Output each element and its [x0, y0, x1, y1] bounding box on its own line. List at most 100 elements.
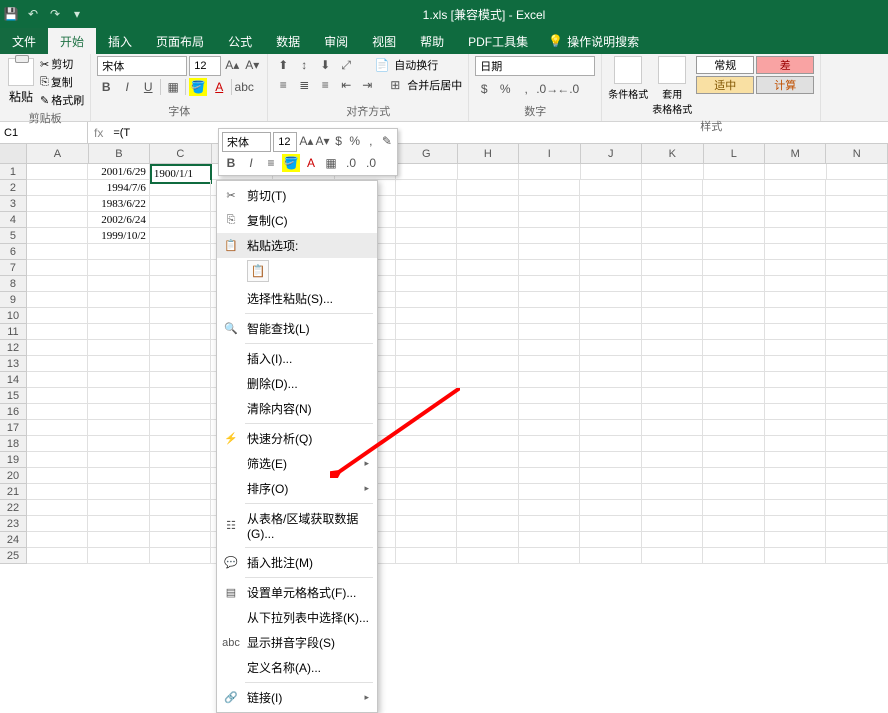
cell[interactable]	[703, 180, 765, 196]
cell[interactable]	[150, 404, 212, 420]
cell[interactable]	[27, 548, 89, 564]
cell[interactable]	[88, 404, 150, 420]
cell[interactable]	[581, 164, 643, 180]
cell[interactable]	[765, 340, 827, 356]
cell[interactable]	[88, 308, 150, 324]
cell[interactable]	[703, 388, 765, 404]
cell[interactable]	[150, 548, 212, 564]
border-button[interactable]: ▦	[164, 78, 182, 96]
menu-sort[interactable]: 排序(O)▸	[217, 476, 377, 501]
align-bottom-icon[interactable]: ⬇	[316, 56, 334, 74]
cell[interactable]	[703, 228, 765, 244]
column-header[interactable]: A	[27, 144, 88, 163]
cell[interactable]	[826, 180, 888, 196]
cell[interactable]	[703, 324, 765, 340]
cell[interactable]	[27, 484, 89, 500]
cell[interactable]	[88, 468, 150, 484]
cell[interactable]	[396, 468, 458, 484]
cell[interactable]	[765, 532, 827, 548]
cell[interactable]	[88, 452, 150, 468]
increase-decimal-icon[interactable]: .0→	[538, 80, 556, 98]
cell[interactable]	[27, 500, 89, 516]
cell[interactable]	[27, 420, 89, 436]
cell[interactable]	[27, 516, 89, 532]
cell[interactable]	[765, 484, 827, 500]
menu-paste-options[interactable]: 📋粘贴选项:	[217, 233, 377, 258]
cell[interactable]	[457, 388, 519, 404]
cell[interactable]	[765, 516, 827, 532]
cell[interactable]	[27, 388, 89, 404]
column-header[interactable]: B	[89, 144, 150, 163]
cell[interactable]	[826, 324, 888, 340]
wrap-text-button[interactable]: 📄	[373, 56, 391, 74]
cell[interactable]	[519, 324, 581, 340]
cell[interactable]	[457, 420, 519, 436]
cell[interactable]	[519, 516, 581, 532]
fx-icon[interactable]: fx	[88, 126, 109, 140]
align-middle-icon[interactable]: ↕	[295, 56, 313, 74]
cell[interactable]	[826, 340, 888, 356]
cell[interactable]	[27, 244, 89, 260]
cell[interactable]	[642, 180, 704, 196]
cell[interactable]	[396, 292, 458, 308]
copy-button[interactable]: ⎘复制	[40, 74, 84, 90]
cell[interactable]	[642, 228, 704, 244]
cell[interactable]	[704, 164, 766, 180]
cell[interactable]	[642, 420, 704, 436]
cell[interactable]	[703, 484, 765, 500]
cell[interactable]	[765, 436, 827, 452]
cell[interactable]	[88, 260, 150, 276]
cell[interactable]	[826, 228, 888, 244]
cell[interactable]	[150, 452, 212, 468]
cell[interactable]	[703, 468, 765, 484]
cell[interactable]	[703, 308, 765, 324]
cell[interactable]	[27, 228, 89, 244]
row-header[interactable]: 3	[0, 196, 27, 212]
mini-comma-icon[interactable]: ,	[364, 132, 378, 150]
cell[interactable]	[457, 436, 519, 452]
cell[interactable]	[765, 228, 827, 244]
cell[interactable]	[642, 164, 704, 180]
cell[interactable]	[703, 548, 765, 564]
cell[interactable]	[765, 180, 827, 196]
cell[interactable]	[580, 388, 642, 404]
cell[interactable]	[396, 244, 458, 260]
style-bad[interactable]: 差	[756, 56, 814, 74]
cell[interactable]	[580, 340, 642, 356]
mini-decrease-font-icon[interactable]: A▾	[315, 132, 329, 150]
cell[interactable]	[765, 276, 827, 292]
cell[interactable]	[88, 324, 150, 340]
style-neutral[interactable]: 适中	[696, 76, 754, 94]
cell[interactable]	[642, 356, 704, 372]
undo-icon[interactable]: ↶	[26, 7, 40, 21]
menu-show-phonetic[interactable]: abc显示拼音字段(S)	[217, 630, 377, 655]
cell[interactable]	[150, 260, 212, 276]
cell[interactable]	[396, 276, 458, 292]
cell[interactable]	[580, 356, 642, 372]
cell[interactable]	[88, 548, 150, 564]
cell[interactable]	[519, 164, 581, 180]
cell[interactable]	[580, 196, 642, 212]
cell[interactable]	[580, 452, 642, 468]
mini-fill-color[interactable]: 🪣	[282, 154, 300, 172]
row-header[interactable]: 21	[0, 484, 27, 500]
cell[interactable]	[703, 436, 765, 452]
cell[interactable]	[396, 308, 458, 324]
increase-font-icon[interactable]: A▴	[223, 56, 241, 74]
cell[interactable]	[88, 436, 150, 452]
column-header[interactable]: M	[765, 144, 826, 163]
mini-font-size[interactable]: 12	[273, 132, 297, 152]
menu-copy[interactable]: ⎘复制(C)	[217, 208, 377, 233]
cell[interactable]	[703, 420, 765, 436]
cell[interactable]	[457, 228, 519, 244]
mini-inc-decimal-icon[interactable]: .0	[342, 154, 360, 172]
row-header[interactable]: 2	[0, 180, 27, 196]
cell[interactable]	[580, 420, 642, 436]
cell[interactable]	[765, 244, 827, 260]
cell[interactable]	[457, 276, 519, 292]
menu-define-name[interactable]: 定义名称(A)...	[217, 655, 377, 680]
cell[interactable]	[88, 372, 150, 388]
cell[interactable]	[765, 196, 827, 212]
cell[interactable]	[642, 196, 704, 212]
row-header[interactable]: 16	[0, 404, 27, 420]
